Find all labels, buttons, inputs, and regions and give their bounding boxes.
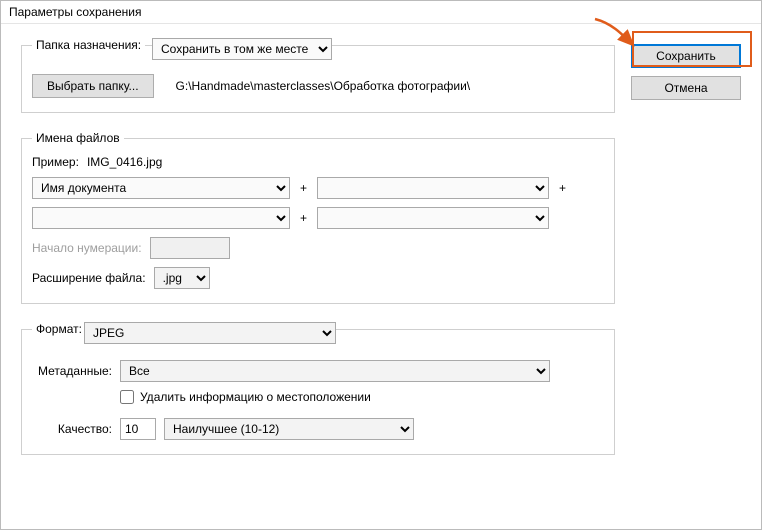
plus-2: +: [557, 181, 568, 195]
example-value: IMG_0416.jpg: [87, 155, 162, 169]
remove-location-checkbox[interactable]: [120, 390, 134, 404]
plus-1: +: [298, 181, 309, 195]
save-button[interactable]: Сохранить: [631, 44, 741, 68]
filenames-group: Имена файлов Пример: IMG_0416.jpg Имя до…: [21, 131, 615, 304]
filename-part1-select[interactable]: Имя документа: [32, 177, 290, 199]
remove-location-label: Удалить информацию о местоположении: [140, 390, 371, 404]
cancel-button[interactable]: Отмена: [631, 76, 741, 100]
destination-legend: Папка назначения:: [32, 38, 145, 52]
example-label: Пример:: [32, 155, 79, 169]
start-number-label: Начало нумерации:: [32, 241, 142, 255]
quality-label: Качество:: [32, 422, 112, 436]
format-legend: Формат:: [32, 322, 86, 336]
filename-part3-select[interactable]: [32, 207, 290, 229]
destination-path: G:\Handmade\masterclasses\Обработка фото…: [176, 79, 471, 93]
format-select[interactable]: JPEG: [84, 322, 336, 344]
filename-part4-select[interactable]: [317, 207, 549, 229]
quality-preset-select[interactable]: Наилучшее (10-12): [164, 418, 414, 440]
filenames-legend: Имена файлов: [32, 131, 124, 145]
extension-select[interactable]: .jpg: [154, 267, 210, 289]
choose-folder-button[interactable]: Выбрать папку...: [32, 74, 154, 98]
metadata-select[interactable]: Все: [120, 360, 550, 382]
extension-label: Расширение файла:: [32, 271, 146, 285]
metadata-label: Метаданные:: [32, 364, 112, 378]
quality-input[interactable]: [120, 418, 156, 440]
dialog-window: Параметры сохранения Папка назначения: С…: [0, 0, 762, 530]
destination-mode-select[interactable]: Сохранить в том же месте: [152, 38, 332, 60]
window-title: Параметры сохранения: [1, 1, 761, 24]
start-number-input: [150, 237, 230, 259]
destination-group: Папка назначения: Сохранить в том же мес…: [21, 38, 615, 113]
filename-part2-select[interactable]: [317, 177, 549, 199]
plus-3: +: [298, 211, 309, 225]
format-group: Формат: JPEG Метаданные: Все Удалить инф…: [21, 322, 615, 455]
